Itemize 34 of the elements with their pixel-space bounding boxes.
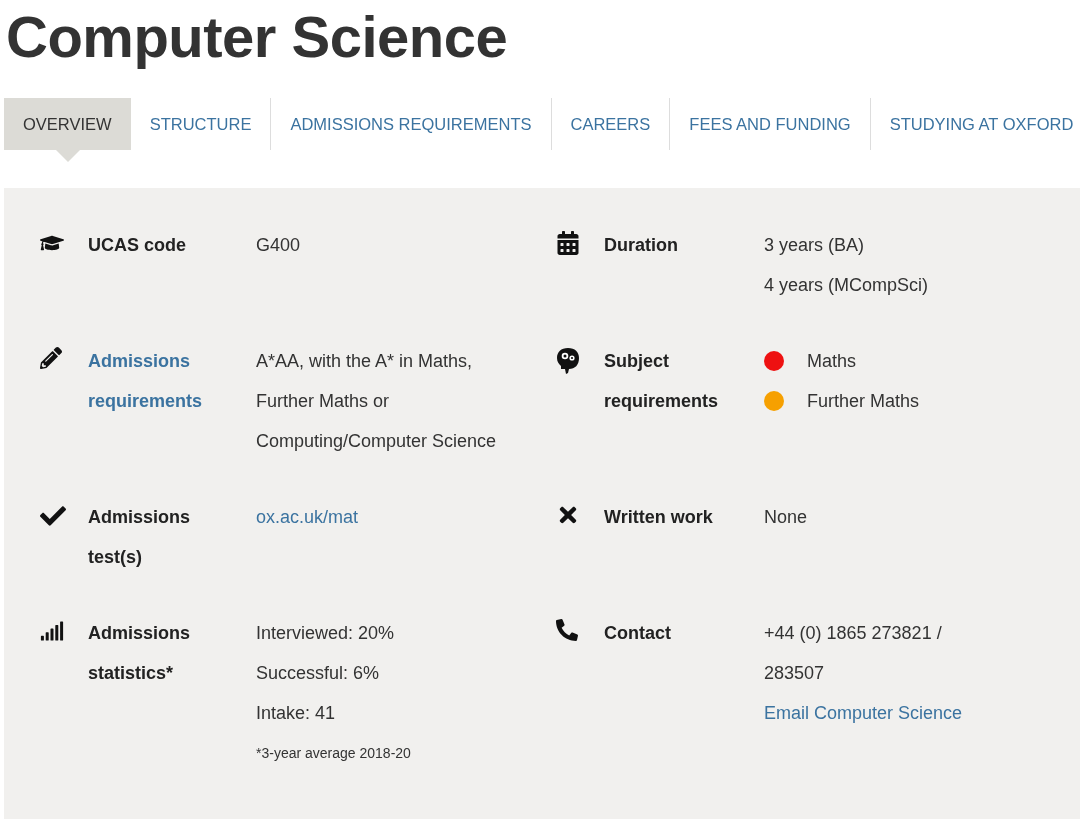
fact-label: Subject requirements bbox=[604, 350, 720, 413]
tab[interactable]: FEES AND FUNDING bbox=[670, 98, 870, 150]
calendar-icon bbox=[556, 231, 580, 255]
requirements-link[interactable]: Admissions requirements bbox=[88, 341, 218, 421]
fact-label: Written work bbox=[604, 506, 714, 529]
phone-icon bbox=[556, 619, 578, 641]
checkmark-icon bbox=[40, 503, 66, 529]
fact-value: Intake: 41 bbox=[256, 702, 337, 725]
fact-value: G400 bbox=[256, 234, 302, 257]
link[interactable]: Email Computer Science bbox=[764, 703, 963, 723]
pencil-icon bbox=[40, 347, 62, 369]
fact-label: Admissions test(s) bbox=[88, 506, 192, 569]
subject-name: Further Maths bbox=[807, 390, 920, 413]
page-title: Computer Science bbox=[5, 3, 509, 71]
fact-value: +44 (0) 1865 273821 / 283507 bbox=[764, 622, 943, 685]
fact-label: Admissions statistics* bbox=[88, 622, 192, 685]
tab[interactable]: CAREERS bbox=[551, 98, 670, 150]
bar-chart-icon bbox=[40, 619, 64, 643]
fact-value: 4 years (MCompSci) bbox=[764, 274, 930, 297]
fact-label: Contact bbox=[604, 622, 672, 645]
tab[interactable]: ADMISSIONS REQUIREMENTS bbox=[271, 98, 551, 150]
tab[interactable]: STUDYING AT OXFORD bbox=[870, 98, 1080, 150]
fact-value: None bbox=[764, 506, 809, 529]
fact-value: 3 years (BA) bbox=[764, 234, 866, 257]
tab-pointer bbox=[56, 150, 80, 162]
fact-value: A*AA, with the A* in Maths, Further Maths or Computing/Computer Science bbox=[256, 350, 498, 453]
subject-name: Maths bbox=[807, 350, 857, 373]
link[interactable]: ox.ac.uk/mat bbox=[256, 507, 359, 527]
fact-value: Successful: 6% bbox=[256, 662, 381, 685]
fact-value: Interviewed: 20% bbox=[256, 622, 396, 645]
fact-label: UCAS code bbox=[88, 234, 187, 257]
footnote: *3-year average 2018-20 bbox=[256, 744, 412, 763]
tab[interactable]: STRUCTURE bbox=[130, 98, 271, 150]
fact-label: Duration bbox=[604, 234, 679, 257]
